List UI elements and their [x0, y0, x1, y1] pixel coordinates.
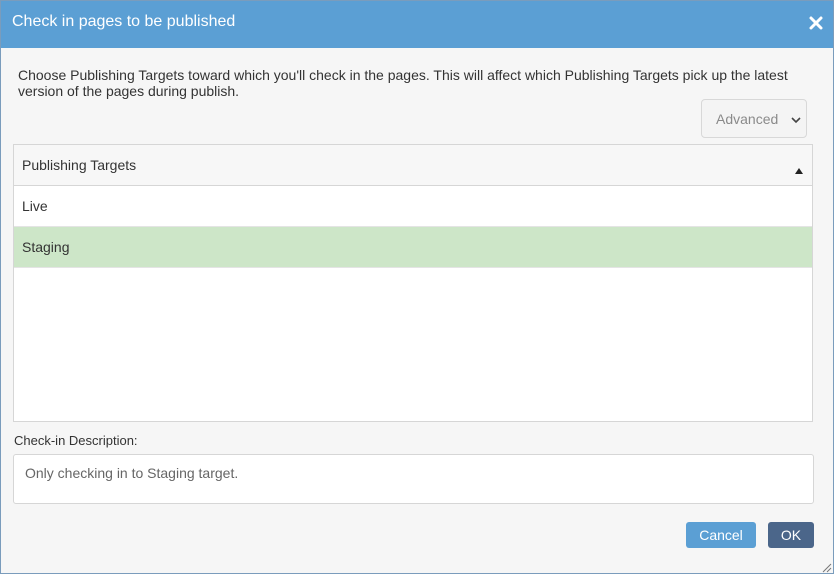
- dialog-title: Check in pages to be published: [12, 13, 236, 30]
- chevron-down-icon: [790, 113, 802, 125]
- mode-select-value: Advanced: [716, 111, 779, 127]
- target-row-label: Staging: [22, 239, 70, 255]
- target-row-label: Live: [22, 198, 48, 214]
- dialog-titlebar[interactable]: Check in pages to be published: [1, 1, 833, 48]
- close-icon[interactable]: [808, 15, 824, 31]
- description-label: Check-in Description:: [14, 433, 138, 448]
- mode-select[interactable]: Advanced: [701, 99, 807, 138]
- sort-ascending-icon[interactable]: [795, 161, 803, 174]
- intro-text: Choose Publishing Targets toward which y…: [18, 67, 788, 99]
- grid-header[interactable]: Publishing Targets: [14, 145, 812, 186]
- grid-header-label: Publishing Targets: [22, 157, 137, 173]
- publishing-targets-grid: Publishing Targets Live Staging: [13, 144, 813, 422]
- ok-button[interactable]: OK: [768, 522, 814, 548]
- cancel-button[interactable]: Cancel: [686, 522, 756, 548]
- resize-grip-icon[interactable]: [820, 560, 832, 573]
- target-row-live[interactable]: Live: [14, 186, 812, 227]
- description-field[interactable]: Only checking in to Staging target.: [13, 454, 814, 504]
- check-in-dialog: Check in pages to be published Choose Pu…: [0, 0, 834, 574]
- target-row-staging[interactable]: Staging: [14, 227, 812, 268]
